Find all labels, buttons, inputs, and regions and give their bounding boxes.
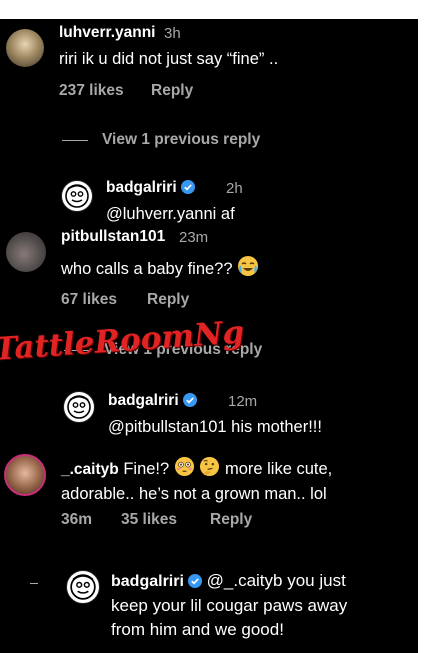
page-edge bbox=[418, 0, 436, 653]
cartoon-face-icon bbox=[65, 184, 89, 208]
comment-time: 2h bbox=[226, 180, 243, 197]
username-caityb[interactable]: _.caityb bbox=[61, 461, 119, 478]
avatar-badgalriri[interactable] bbox=[61, 180, 93, 212]
username-badgalriri[interactable]: badgalriri bbox=[111, 573, 202, 590]
comment-text: _.caityb Fine!? more like cute, adorable… bbox=[61, 456, 411, 506]
verified-badge-icon bbox=[182, 393, 197, 407]
comment-time: 3h bbox=[164, 25, 181, 42]
view-previous-reply-button[interactable]: View 1 previous reply bbox=[102, 131, 260, 149]
avatar-badgalriri[interactable] bbox=[63, 391, 95, 423]
cartoon-face-icon bbox=[70, 574, 96, 600]
comment-time: 23m bbox=[179, 229, 209, 246]
cartoon-face-icon bbox=[67, 395, 91, 419]
username-pitbullstan101[interactable]: pitbullstan101 bbox=[61, 228, 165, 246]
replies-divider bbox=[30, 583, 38, 584]
username-badgalriri[interactable]: badgalriri bbox=[108, 392, 197, 410]
verified-badge-icon bbox=[187, 574, 202, 588]
comment-text: @pitbullstan101 his mother!!! bbox=[108, 418, 322, 436]
flushed-face-icon bbox=[174, 456, 194, 477]
reply-button[interactable]: Reply bbox=[210, 511, 252, 529]
likes-count[interactable]: 237 likes bbox=[59, 82, 124, 100]
comments-panel: luhverr.yanni 3h riri ik u did not just … bbox=[0, 19, 418, 653]
thinking-face-icon bbox=[200, 456, 220, 477]
avatar-luhverr-yanni[interactable] bbox=[6, 29, 44, 67]
comment-time: 36m bbox=[61, 511, 93, 528]
verified-badge-icon bbox=[180, 180, 195, 194]
comment-text: @luhverr.yanni af bbox=[106, 205, 235, 223]
username-badgalriri[interactable]: badgalriri bbox=[106, 179, 195, 197]
comment-time: 12m bbox=[228, 393, 258, 410]
face-with-tears-icon bbox=[238, 256, 259, 276]
reply-button[interactable]: Reply bbox=[151, 82, 193, 100]
avatar-pitbullstan101[interactable] bbox=[6, 232, 46, 272]
watermark: TattleRoomNg bbox=[0, 314, 246, 368]
avatar-caityb[interactable] bbox=[4, 454, 46, 496]
avatar-badgalriri[interactable] bbox=[66, 570, 100, 604]
reply-button[interactable]: Reply bbox=[147, 291, 189, 309]
likes-count[interactable]: 35 likes bbox=[121, 511, 177, 529]
comment-text: badgalriri @_.caityb you just keep your … bbox=[111, 571, 348, 639]
likes-count[interactable]: 67 likes bbox=[61, 291, 117, 309]
comment-text: riri ik u did not just say “fine” .. bbox=[59, 50, 279, 68]
comment-text: who calls a baby fine?? bbox=[61, 255, 259, 281]
replies-divider bbox=[62, 140, 88, 141]
username-luhverr-yanni[interactable]: luhverr.yanni bbox=[59, 24, 155, 42]
